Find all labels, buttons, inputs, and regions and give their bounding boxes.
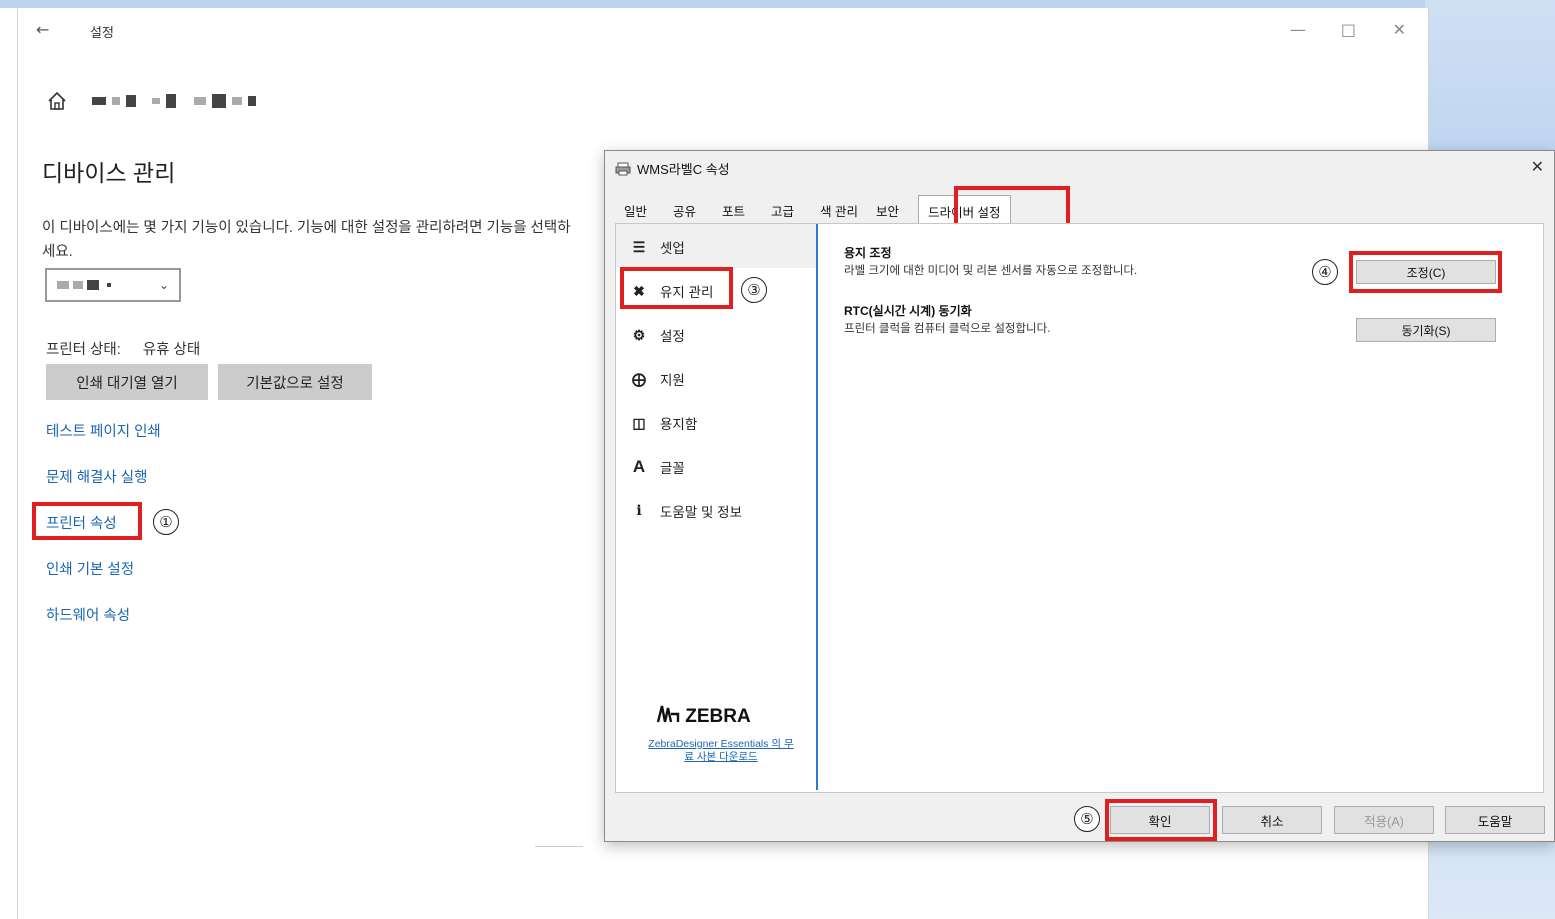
status-label: 프린터 상태:: [46, 342, 121, 358]
desktop-background: [0, 0, 1555, 8]
highlight-box-printer-properties: [32, 502, 142, 540]
gear-icon: ⚙: [632, 326, 646, 343]
highlight-box-maintenance: [620, 267, 733, 309]
apply-button[interactable]: 적용(A): [1334, 806, 1434, 834]
feature-dropdown[interactable]: ⌄: [45, 268, 181, 302]
printer-status: 프린터 상태: 유휴 상태: [46, 338, 200, 359]
step-marker-1: ①: [153, 509, 179, 535]
printing-preferences-link[interactable]: 인쇄 기본 설정: [46, 558, 134, 579]
zebra-head-icon: [656, 705, 680, 723]
tab-color-management[interactable]: 색 관리: [811, 195, 867, 223]
set-default-button[interactable]: 기본값으로 설정: [218, 364, 372, 400]
title-bar: ← 설정 — □ ✕: [18, 8, 1428, 54]
step-marker-3: ③: [741, 277, 767, 303]
tab-bar: 일반 공유 포트 고급 색 관리 보안 드라이버 설정: [615, 195, 1011, 223]
synchronize-button[interactable]: 동기화(S): [1356, 318, 1496, 342]
sliders-icon: ☰: [632, 238, 646, 255]
tab-ports[interactable]: 포트: [713, 195, 754, 223]
lifebuoy-icon: ⨁: [632, 370, 646, 387]
open-print-queue-button[interactable]: 인쇄 대기열 열기: [46, 364, 208, 400]
run-troubleshooter-link[interactable]: 문제 해결사 실행: [46, 466, 147, 487]
home-icon[interactable]: [46, 90, 68, 112]
blurred-device-name: [92, 94, 256, 108]
window-title: 설정: [90, 26, 114, 41]
tab-general[interactable]: 일반: [615, 195, 656, 223]
sidebar-item-media-tray[interactable]: ◫ 용지함: [630, 412, 697, 434]
info-icon: i: [636, 503, 642, 519]
back-arrow-icon[interactable]: ←: [36, 20, 49, 39]
rtc-sync-title: RTC(실시간 시계) 동기화: [844, 304, 972, 318]
tab-sharing[interactable]: 공유: [664, 195, 705, 223]
sidebar-item-setup[interactable]: ☰ 셋업: [630, 236, 685, 258]
minimize-icon[interactable]: —: [1290, 20, 1306, 39]
media-calibration-title: 용지 조정: [844, 246, 892, 260]
tab-advanced[interactable]: 고급: [762, 195, 803, 223]
page-description: 이 디바이스에는 몇 가지 기능이 있습니다. 기능에 대한 설정을 관리하려면…: [42, 220, 571, 260]
print-test-page-link[interactable]: 테스트 페이지 인쇄: [46, 420, 161, 441]
help-button[interactable]: 도움말: [1445, 806, 1545, 834]
printer-icon: [615, 162, 631, 175]
zebradesigner-download-link[interactable]: ZebraDesigner Essentials 의 무료 사본 다운로드: [646, 738, 796, 764]
rtc-sync-desc: 프린터 클럭을 컴퓨터 클럭으로 설정합니다.: [844, 323, 1051, 335]
status-value: 유휴 상태: [142, 342, 201, 358]
highlight-box-driver-tab: [954, 186, 1070, 228]
close-icon[interactable]: ✕: [1393, 20, 1406, 39]
sidebar-item-support[interactable]: ⨁ 지원: [630, 368, 685, 390]
hardware-properties-link[interactable]: 하드웨어 속성: [46, 604, 130, 625]
cancel-button[interactable]: 취소: [1222, 806, 1322, 834]
step-marker-5: ⑤: [1074, 806, 1100, 832]
tab-security[interactable]: 보안: [867, 195, 908, 223]
dialog-title: WMS라벨C 속성: [637, 162, 730, 177]
maximize-icon[interactable]: □: [1341, 20, 1356, 39]
sidebar-item-help-info[interactable]: i 도움말 및 정보: [630, 500, 742, 522]
page-title: 디바이스 관리: [42, 160, 176, 186]
highlight-box-ok: [1105, 799, 1217, 841]
media-calibration-desc: 라벨 크기에 대한 미디어 및 리본 센서를 자동으로 조정합니다.: [844, 265, 1138, 277]
highlight-box-calibrate: [1349, 251, 1502, 293]
step-marker-4: ④: [1312, 259, 1338, 285]
sidebar-item-fonts[interactable]: A 글꼴: [630, 456, 685, 478]
dialog-title-bar: WMS라벨C 속성: [615, 159, 730, 178]
tray-icon: ◫: [632, 414, 646, 431]
divider: [535, 846, 583, 847]
tab-content: ☰ 셋업 ✖ 유지 관리 ⚙ 설정 ⨁ 지원 ◫ 용지함 A 글꼴 i 도움말 및 정보 ZE…: [615, 223, 1544, 793]
page-header: [46, 86, 256, 116]
zebra-logo: ZEBRA: [656, 704, 751, 728]
printer-properties-dialog: WMS라벨C 속성 ✕ 일반 공유 포트 고급 색 관리 보안 드라이버 설정 …: [604, 150, 1555, 842]
font-icon: A: [632, 457, 646, 476]
chevron-down-icon: ⌄: [158, 278, 169, 292]
dialog-close-icon[interactable]: ✕: [1531, 157, 1544, 176]
sidebar-item-settings[interactable]: ⚙ 설정: [630, 324, 685, 346]
